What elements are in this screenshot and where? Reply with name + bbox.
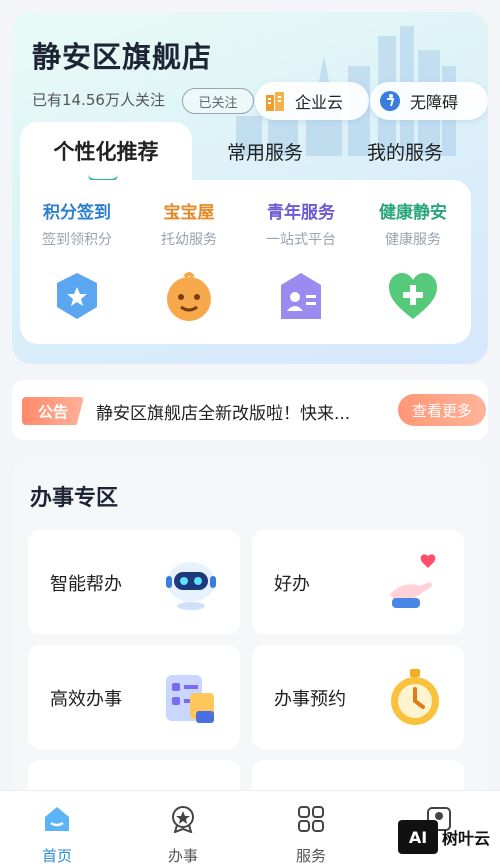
- card-smart-assist[interactable]: 智能帮办: [28, 530, 240, 634]
- enterprise-cloud-button[interactable]: 企业云: [255, 82, 369, 120]
- accessibility-button[interactable]: 无障碍: [370, 82, 488, 120]
- stopwatch-icon: [391, 669, 439, 725]
- service-name: 健康静安: [379, 203, 447, 223]
- heart-plus-icon: [389, 273, 437, 319]
- view-more-button[interactable]: 查看更多: [398, 394, 486, 426]
- enterprise-cloud-label: 企业云: [295, 93, 344, 112]
- home-icon: [45, 807, 69, 831]
- hand-heart-icon: [390, 554, 436, 608]
- tab-affairs[interactable]: 办事: [148, 805, 218, 866]
- card-easy-service[interactable]: 好办: [252, 530, 464, 634]
- service-subtitle: 托幼服务: [161, 232, 217, 248]
- baby-face-icon: [167, 272, 211, 321]
- badge-icon: [172, 806, 194, 834]
- service-points-checkin[interactable]: 积分签到 签到领积分: [22, 198, 132, 329]
- service-subtitle: 健康服务: [385, 232, 441, 248]
- follower-count: 已有14.56万人关注: [32, 91, 165, 109]
- service-subtitle: 签到领积分: [42, 232, 112, 248]
- announcement-text[interactable]: 静安区旗舰店全新改版啦！快来...: [96, 399, 350, 424]
- service-baby-house[interactable]: 宝宝屋 托幼服务: [134, 198, 244, 329]
- card-label: 办事预约: [274, 689, 346, 710]
- tab-services[interactable]: 服务: [276, 805, 346, 866]
- announcement-bar[interactable]: 公告 静安区旗舰店全新改版啦！快来... 查看更多: [12, 380, 488, 440]
- task-board-icon: [166, 675, 214, 723]
- accessibility-icon: [378, 89, 402, 113]
- tab-personalized[interactable]: 个性化推荐: [20, 122, 192, 180]
- id-card-icon: [281, 273, 321, 319]
- tab-home[interactable]: 首页: [22, 805, 92, 866]
- service-name: 积分签到: [43, 203, 111, 223]
- tab-label: 服务: [295, 847, 326, 865]
- star-shield-icon: [57, 273, 97, 319]
- tab-common-services[interactable]: 常用服务: [200, 122, 330, 180]
- watermark: AI 树叶云: [398, 820, 490, 854]
- tab-label: 首页: [41, 847, 72, 865]
- card-label: 好办: [274, 574, 310, 595]
- watermark-text: 树叶云: [442, 829, 491, 848]
- service-tabs: 个性化推荐 常用服务 我的服务: [20, 122, 476, 182]
- service-name: 宝宝屋: [163, 203, 215, 223]
- recommended-services-panel: 积分签到 签到领积分 宝宝屋 托幼服务 青年服务 一站式平台 健康静安 健康服务: [20, 180, 471, 344]
- tab-my-services[interactable]: 我的服务: [340, 122, 470, 180]
- accessibility-label: 无障碍: [410, 93, 459, 112]
- announcement-tag: 公告: [22, 397, 84, 425]
- grid-icon: [298, 806, 324, 832]
- service-name: 青年服务: [267, 203, 335, 223]
- robot-icon: [166, 562, 216, 610]
- service-health[interactable]: 健康静安 健康服务: [358, 198, 468, 329]
- store-header: 静安区旗舰店 已有14.56万人关注 已关注 企业云 无障碍 个性化推荐 常用服…: [12, 12, 488, 364]
- card-label: 智能帮办: [50, 574, 122, 595]
- card-label: 高效办事: [50, 689, 122, 710]
- store-title: 静安区旗舰店: [32, 40, 213, 74]
- tab-label: 办事: [167, 847, 198, 865]
- card-efficient-service[interactable]: 高效办事: [28, 645, 240, 749]
- service-subtitle: 一站式平台: [266, 232, 336, 248]
- watermark-logo: AI: [398, 820, 438, 854]
- building-icon: [263, 89, 287, 113]
- section-title: 办事专区: [30, 486, 119, 511]
- card-appointment[interactable]: 办事预约: [252, 645, 464, 749]
- follow-button[interactable]: 已关注: [182, 88, 254, 114]
- service-youth[interactable]: 青年服务 一站式平台: [246, 198, 356, 329]
